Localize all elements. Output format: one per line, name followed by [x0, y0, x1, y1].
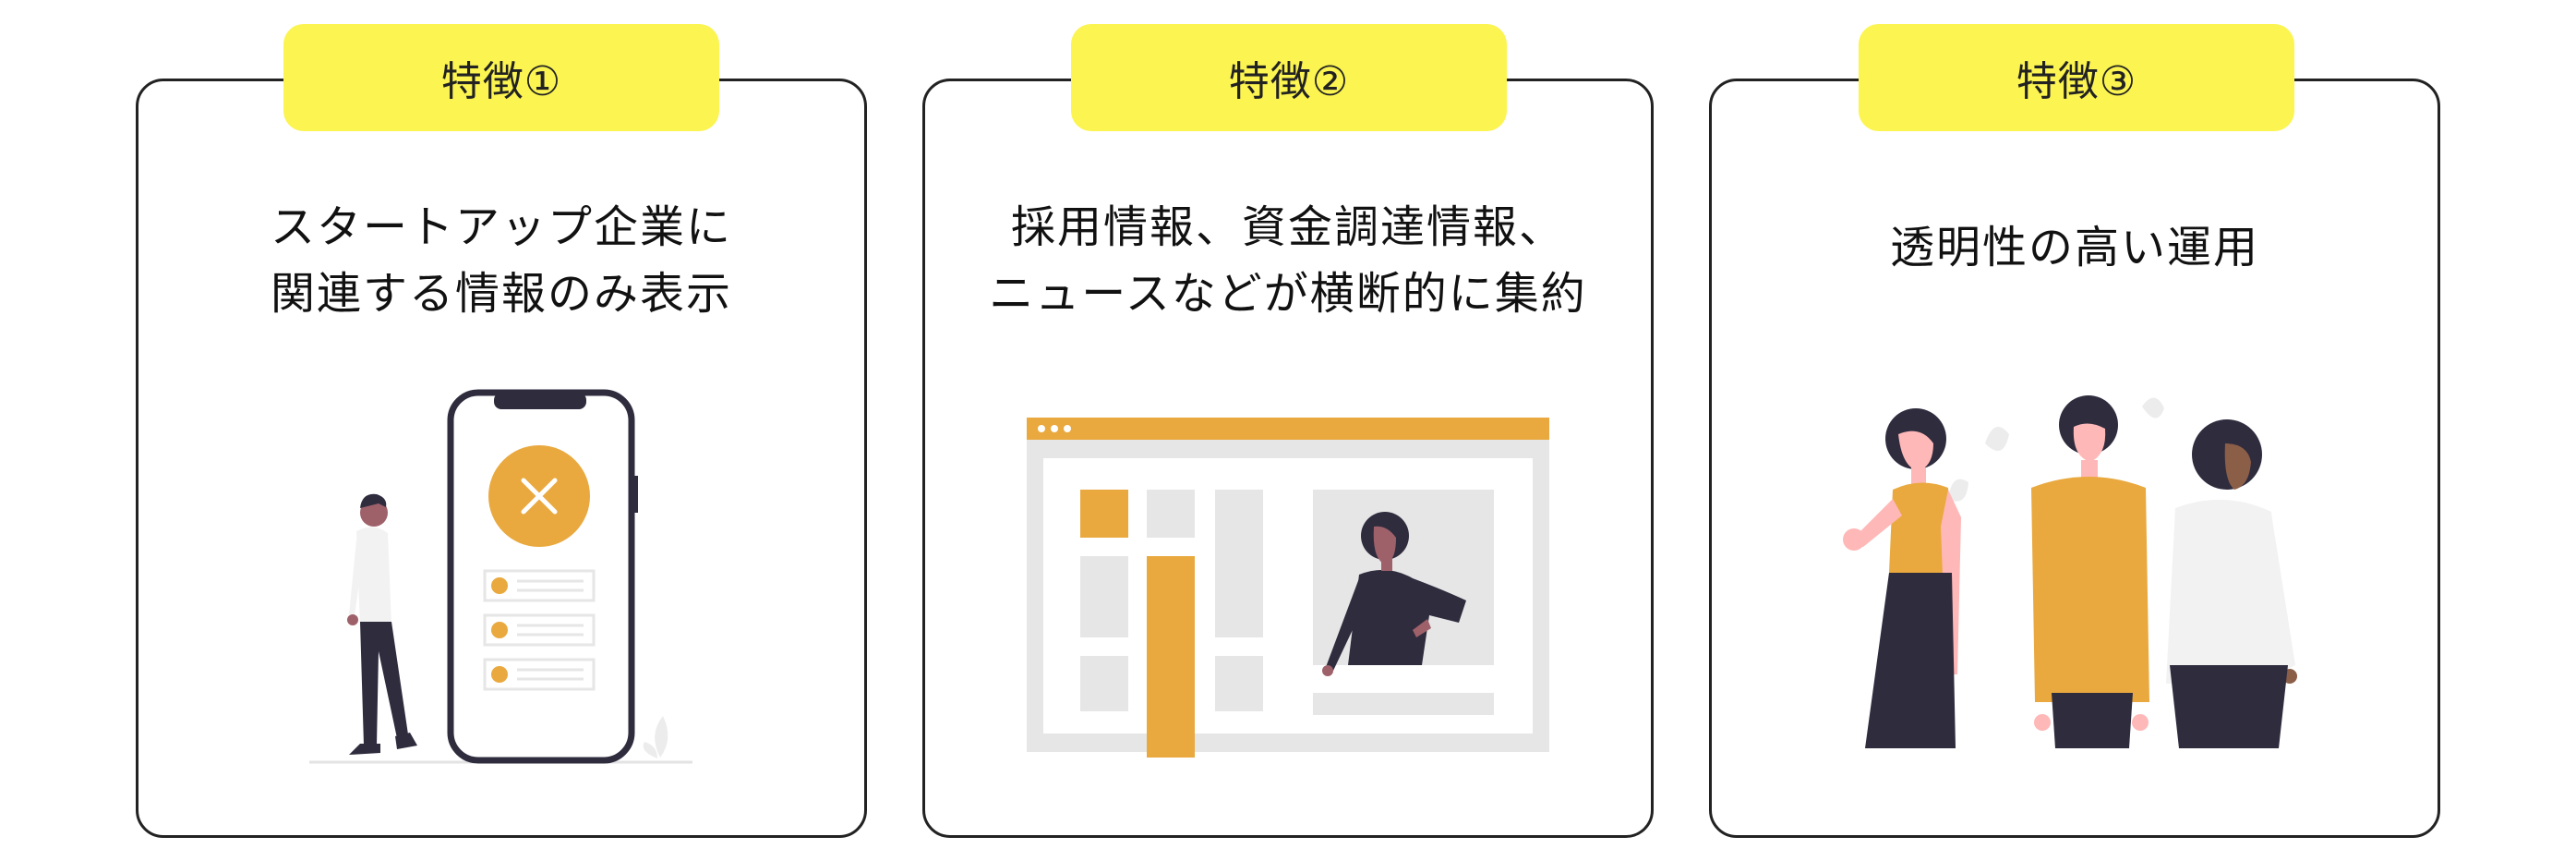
feature-tag-3-label: 特徴③ — [2016, 58, 2137, 105]
feature-tag-2: 特徴② — [1071, 24, 1507, 131]
three-people-illustration — [1843, 395, 2297, 748]
feature-headline-2: 採用情報、資金調達情報、 ニュースなどが横断的に集約 — [922, 194, 1654, 327]
person-right — [2166, 419, 2297, 748]
standing-person — [347, 493, 417, 755]
feature-2-line-1: 採用情報、資金調達情報、 — [1010, 201, 1565, 253]
feature-1-line-1: スタートアップ企業に — [270, 201, 732, 253]
phone-with-person-illustration — [309, 389, 692, 764]
feature-2-line-2: ニュースなどが横断的に集約 — [989, 268, 1587, 320]
browser-window-illustration — [1027, 418, 1549, 758]
person-middle — [2031, 395, 2149, 748]
feature-tag-3: 特徴③ — [1859, 24, 2294, 131]
feature-tag-1: 特徴① — [283, 24, 719, 131]
feature-3-line-1: 透明性の高い運用 — [1889, 222, 2259, 273]
feature-headline-1: スタートアップ企業に 関連する情報のみ表示 — [136, 194, 867, 327]
phone-list-items — [483, 569, 596, 691]
feature-tag-2-label: 特徴② — [1228, 58, 1350, 105]
feature-tag-1-label: 特徴① — [440, 58, 562, 105]
feature-1-line-2: 関連する情報のみ表示 — [270, 268, 732, 320]
person-left — [1843, 408, 1961, 748]
feature-headline-3: 透明性の高い運用 — [1709, 214, 2440, 281]
